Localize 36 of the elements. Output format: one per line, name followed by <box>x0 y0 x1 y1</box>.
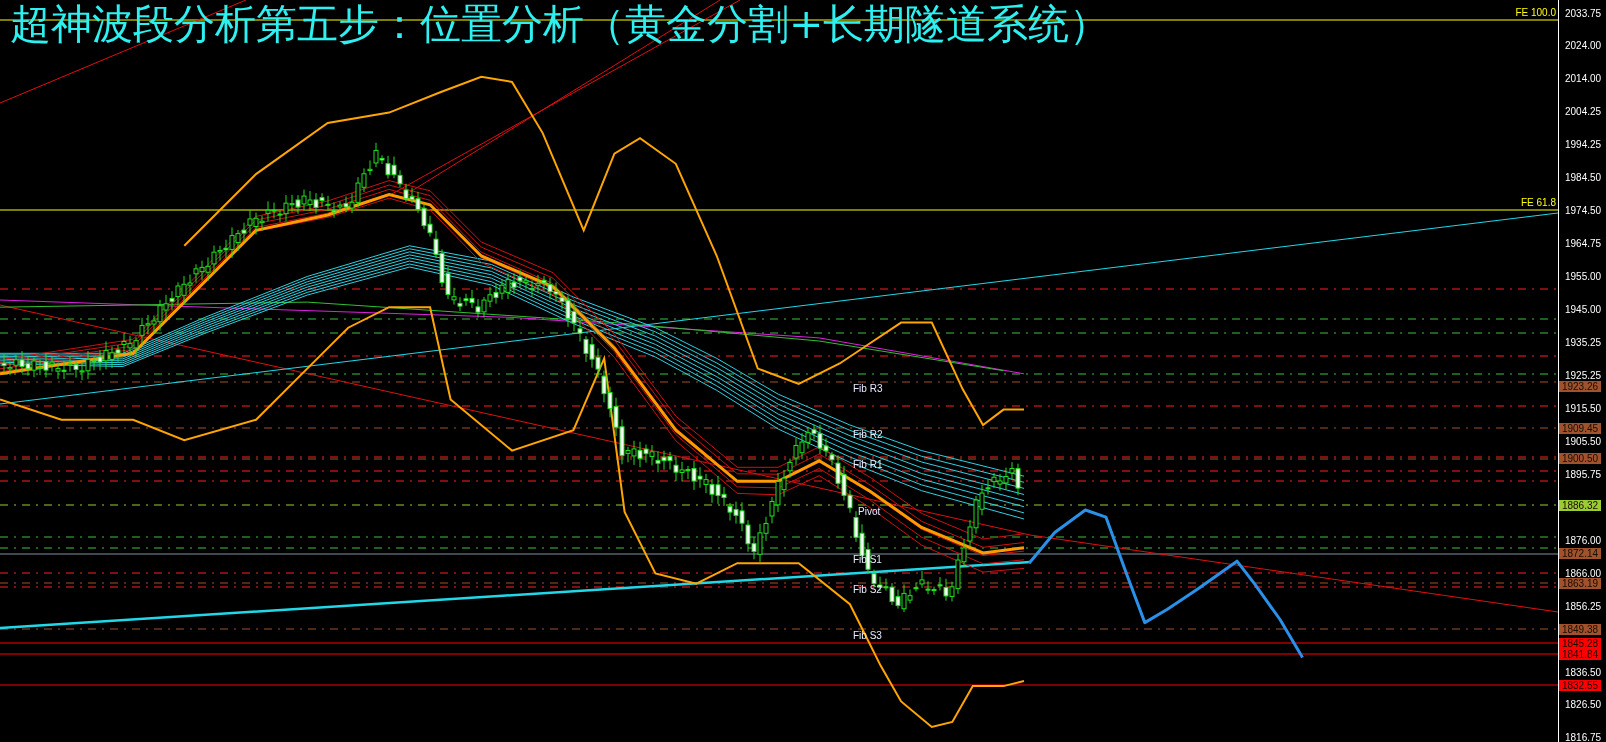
price-tag: 1845.28 <box>1559 637 1601 649</box>
price-tag: 1849.38 <box>1559 623 1601 635</box>
price-tick-label: 1955.00 <box>1565 271 1602 283</box>
pivot-label: Fib S2 <box>853 584 882 596</box>
pivot-label: Fib R3 <box>853 383 883 395</box>
price-tick-label: 1816.75 <box>1565 732 1602 742</box>
price-tick-label: 1915.50 <box>1565 402 1602 414</box>
price-tag: 1886.32 <box>1559 499 1601 511</box>
price-tick-label: 1826.50 <box>1565 699 1602 711</box>
price-tag: 1900.50 <box>1559 452 1601 464</box>
pivot-label: Pivot <box>858 506 881 518</box>
price-tag: 1909.45 <box>1559 422 1601 434</box>
price-tick-label: 1905.50 <box>1565 435 1602 447</box>
price-tick-label: 1925.25 <box>1565 369 1602 381</box>
price-tick-label: 1836.50 <box>1565 666 1602 678</box>
price-tag: 1863.19 <box>1559 577 1601 589</box>
price-tick-label: 1856.25 <box>1565 600 1602 612</box>
price-tick-label: 1866.00 <box>1565 567 1602 579</box>
price-tick-label: 1994.25 <box>1565 139 1602 151</box>
price-tick-label: 1945.00 <box>1565 304 1602 316</box>
price-tick-label: 1935.25 <box>1565 337 1602 348</box>
price-tag: 1923.26 <box>1559 380 1601 392</box>
price-tick-label: 2004.25 <box>1565 106 1602 118</box>
price-tag: 1832.55 <box>1559 679 1601 691</box>
price-tick-label: 1876.00 <box>1565 534 1602 546</box>
expansion-level-label: FE 100.0 <box>1515 7 1556 19</box>
expansion-level-label: FE 61.8 <box>1520 197 1556 209</box>
price-tick-label: 1984.50 <box>1565 172 1602 184</box>
price-tick-label: 2014.00 <box>1565 73 1602 85</box>
price-tick-label: 1974.50 <box>1565 205 1602 217</box>
price-tick-label: 2033.75 <box>1565 7 1602 19</box>
price-tag: 1872.14 <box>1559 547 1601 559</box>
price-tick-label: 1964.75 <box>1565 238 1602 250</box>
price-tick-label: 1895.75 <box>1565 468 1602 480</box>
price-tag: 1841.84 <box>1559 648 1601 660</box>
price-tick-label: 2024.00 <box>1565 40 1602 52</box>
